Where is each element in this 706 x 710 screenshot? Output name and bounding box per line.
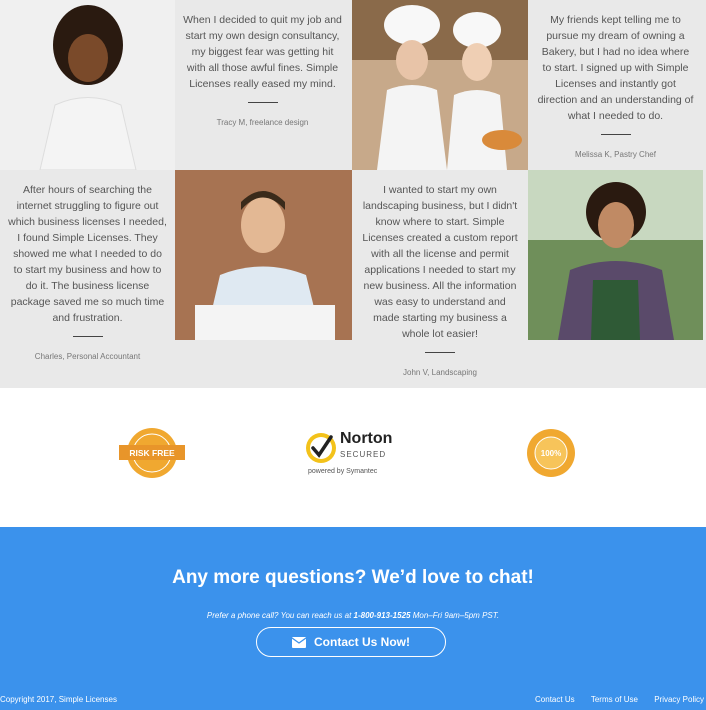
testimonial-text-1: When I decided to quit my job and start … [175, 0, 350, 170]
footer-link-privacy[interactable]: Privacy Policy [654, 695, 704, 704]
envelope-icon [292, 636, 306, 648]
divider [425, 352, 455, 353]
contact-button-label: Contact Us Now! [314, 635, 410, 649]
testimonial-author: Charles, Personal Accountant [34, 352, 141, 361]
norton-powered: powered by Symantec [308, 468, 378, 475]
footer-link-contact[interactable]: Contact Us [535, 695, 575, 704]
cta-sub-suffix: Mon–Fri 9am–5pm PST. [412, 611, 500, 620]
contact-us-button[interactable]: Contact Us Now! [256, 627, 446, 657]
testimonial-author: Tracy M, freelance design [216, 118, 309, 127]
norton-badge: Norton SECURED powered by Symantec [304, 428, 400, 480]
testimonial-author: Melissa K, Pastry Chef [575, 150, 656, 159]
copyright: Copyright 2017, Simple Licenses [0, 695, 117, 704]
testimonial-photo-man-glasses [175, 170, 352, 340]
testimonial-quote: After hours of searching the internet st… [8, 184, 167, 324]
checkmark-icon [306, 433, 336, 463]
phone-link[interactable]: 1-800-913-1525 [354, 611, 411, 620]
footer: Copyright 2017, Simple Licenses Contact … [0, 689, 706, 710]
testimonial-photo-woman [0, 0, 175, 170]
divider [72, 336, 103, 337]
norton-brand: Norton [340, 430, 393, 447]
contact-cta-section: Any more questions? We’d love to chat! P… [0, 527, 706, 689]
testimonial-author: John V, Landscaping [403, 368, 477, 377]
money-back-badge: 100% [527, 429, 575, 477]
divider [600, 134, 631, 135]
cta-subtext: Prefer a phone call? You can reach us at… [0, 611, 706, 620]
norton-secured: SECURED [340, 450, 387, 459]
cta-sub-prefix: Prefer a phone call? You can reach us at [206, 611, 352, 620]
testimonial-text-4: I wanted to start my own landscaping bus… [352, 170, 528, 377]
testimonial-photo-bakers [352, 0, 528, 170]
testimonial-quote: I wanted to start my own landscaping bus… [362, 184, 518, 340]
footer-links: Contact Us Terms of Use Privacy Policy [521, 695, 704, 704]
trust-badges: RISK FREE Norton SECURED powered by Syma… [0, 388, 706, 528]
risk-free-text: RISK FREE [129, 448, 175, 458]
testimonial-text-2: My friends kept telling me to pursue my … [528, 0, 703, 170]
cta-heading: Any more questions? We’d love to chat! [172, 567, 534, 588]
testimonial-photo-gardener [528, 170, 703, 340]
testimonial-quote: When I decided to quit my job and start … [183, 14, 342, 90]
divider [247, 102, 278, 103]
risk-free-badge: RISK FREE [119, 428, 185, 478]
testimonial-text-3: After hours of searching the internet st… [0, 170, 175, 361]
testimonial-quote: My friends kept telling me to pursue my … [537, 14, 694, 122]
footer-link-terms[interactable]: Terms of Use [591, 695, 638, 704]
testimonials-grid: When I decided to quit my job and start … [0, 0, 706, 388]
money-back-text: 100% [541, 449, 561, 458]
